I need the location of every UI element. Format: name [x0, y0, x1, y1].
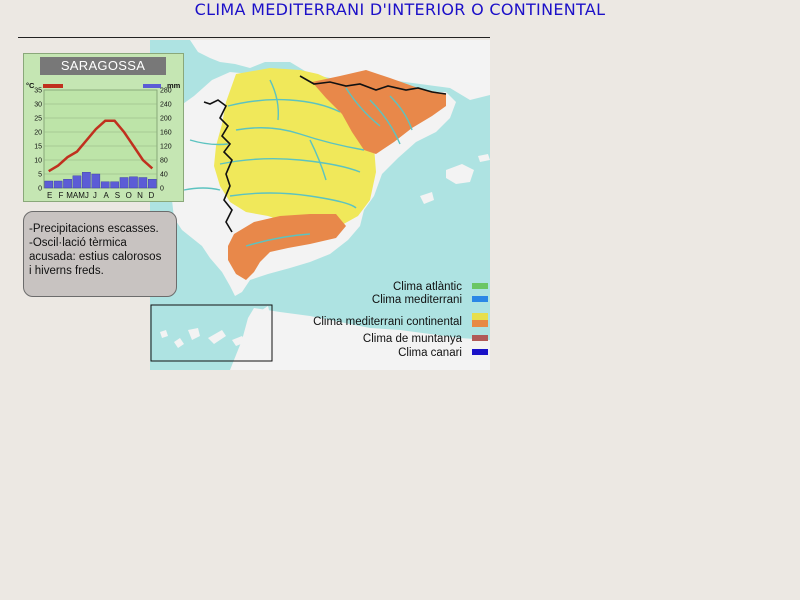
precipitation-bar: [63, 179, 72, 189]
legend-swatch: [472, 296, 488, 302]
month-label: D: [148, 191, 154, 200]
precipitation-bar: [138, 177, 148, 189]
month-label: A: [103, 191, 109, 200]
precipitation-tick-label: 80: [160, 158, 168, 165]
precipitation-bar: [129, 176, 138, 189]
precipitation-tick-label: 40: [160, 172, 168, 179]
temperature-tick-label: 30: [34, 102, 42, 109]
note-line: i hiverns freds.: [29, 265, 104, 277]
legend-swatch: [472, 349, 488, 355]
legend-label: Clima canari: [398, 347, 462, 359]
precipitation-bar: [44, 180, 54, 189]
note-line: -Precipitacions escasses.: [29, 223, 159, 235]
precipitation-tick-label: 120: [160, 144, 172, 151]
climate-notes: -Precipitacions escasses. -Oscil·lació t…: [23, 211, 177, 297]
temperature-tick-label: 25: [34, 116, 42, 123]
month-label: O: [126, 191, 132, 200]
temperature-tick-label: 15: [34, 144, 42, 151]
precipitation-tick-label: 160: [160, 130, 172, 137]
precipitation-bar: [110, 181, 119, 189]
legend-label: Clima mediterrani: [371, 294, 462, 306]
precipitation-bar: [100, 181, 110, 189]
temperature-tick-label: 20: [34, 130, 42, 137]
temperature-tick-label: 0: [38, 186, 42, 193]
precipitation-legend-swatch: [143, 84, 161, 88]
temperature-tick-label: 5: [38, 172, 42, 179]
precipitation-bar: [82, 172, 91, 189]
precipitation-bar: [53, 180, 63, 189]
legend-swatch: [472, 313, 488, 327]
title-divider: [18, 37, 490, 38]
legend-item-mediterranean: Clima mediterrani: [290, 293, 490, 307]
note-line: acusada: estius calorosos: [29, 251, 162, 263]
temperature-tick-label: 10: [34, 158, 42, 165]
precipitation-bar: [91, 173, 101, 189]
legend-label: Clima mediterrani continental: [313, 316, 462, 328]
temperature-unit: °C: [26, 81, 35, 90]
precipitation-bar: [119, 177, 129, 189]
climograph-saragossa: 35 30 25 20 15 10 5 0 280 240 200 160 120 80 40 0 E F MA…: [23, 53, 184, 202]
month-label: N: [137, 191, 143, 200]
precipitation-tick-label: 0: [160, 186, 164, 193]
note-line: -Oscil·lació tèrmica: [29, 237, 127, 249]
legend-swatch: [472, 283, 488, 289]
month-label: F: [59, 191, 64, 200]
precipitation-bar: [147, 179, 157, 189]
legend-item-continental: Clima mediterrani continental: [290, 313, 490, 329]
legend-label: Clima atlàntic: [392, 281, 462, 293]
precipitation-tick-label: 200: [160, 116, 172, 123]
temperature-tick-label: 35: [34, 88, 42, 95]
legend-item-canary: Clima canari: [290, 346, 490, 360]
precipitation-tick-label: 240: [160, 102, 172, 109]
month-label: MJ: [78, 191, 89, 200]
month-label: J: [93, 191, 97, 200]
month-label: S: [115, 191, 120, 200]
month-label: E: [47, 191, 52, 200]
legend-item-mountain: Clima de muntanya: [290, 332, 490, 346]
precipitation-unit: mm: [167, 81, 181, 90]
climograph-city: SARAGOSSA: [40, 57, 166, 75]
legend-label: Clima de muntanya: [362, 333, 462, 345]
page-title: CLIMA MEDITERRANI D'INTERIOR O CONTINENT…: [194, 0, 606, 19]
legend-swatch: [472, 335, 488, 341]
legend-item-atlantic: Clima atlàntic: [290, 280, 490, 294]
precipitation-bar: [72, 175, 82, 189]
temperature-legend-swatch: [43, 84, 63, 88]
climograph-plot-area: [43, 89, 158, 189]
month-label: MA: [66, 191, 79, 200]
